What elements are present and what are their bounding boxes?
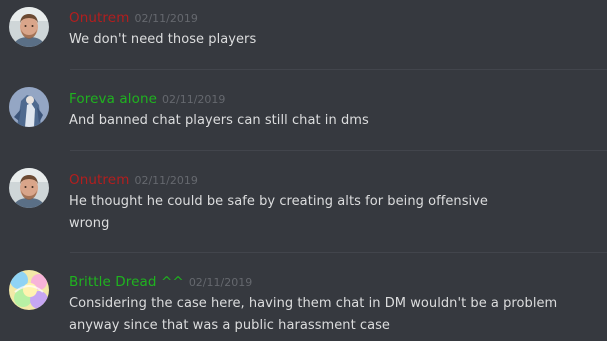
message-line: Considering the case here, having them c… <box>69 296 558 311</box>
avatar-anime-figure-icon <box>9 87 49 127</box>
message-group: Foreva alone 02/11/2019 And banned chat p… <box>0 70 607 151</box>
message-header: Brittle Dread ^^ 02/11/2019 <box>69 272 252 292</box>
username[interactable]: Brittle Dread ^^ <box>69 274 184 290</box>
username[interactable]: Foreva alone <box>69 91 157 107</box>
message-line: And banned chat players can still chat i… <box>69 113 369 128</box>
message-header: Foreva alone 02/11/2019 <box>69 89 225 109</box>
user-avatar[interactable] <box>9 270 49 310</box>
timestamp: 02/11/2019 <box>134 174 198 187</box>
message-line: wrong <box>69 216 110 231</box>
username[interactable]: Onutrem <box>69 172 129 188</box>
message-content: He thought he could be safe by creating … <box>69 191 589 235</box>
message-group: Brittle Dread ^^ 02/11/2019 Considering t… <box>0 253 607 341</box>
message-header: Onutrem 02/11/2019 <box>69 170 198 190</box>
message-line: He thought he could be safe by creating … <box>69 194 488 209</box>
user-avatar[interactable] <box>9 87 49 127</box>
avatar-colorful-art-icon <box>9 270 49 310</box>
user-avatar[interactable] <box>9 7 49 47</box>
message-group: Onutrem 02/11/2019 We don't need those pl… <box>0 0 607 70</box>
timestamp: 02/11/2019 <box>188 276 253 289</box>
message-content: Considering the case here, having them c… <box>69 293 589 337</box>
message-line: We don't need those players <box>69 32 257 47</box>
message-group: Onutrem 02/11/2019 He thought he could be… <box>0 151 607 253</box>
timestamp: 02/11/2019 <box>162 93 226 106</box>
avatar-photo-man-icon <box>9 7 49 47</box>
username[interactable]: Onutrem <box>69 10 129 26</box>
timestamp: 02/11/2019 <box>134 12 198 25</box>
message-line: anyway since that was a public harassmen… <box>69 318 390 333</box>
message-content: And banned chat players can still chat i… <box>69 110 589 132</box>
user-avatar[interactable] <box>9 168 49 208</box>
message-content: We don't need those players <box>69 29 589 51</box>
message-header: Onutrem 02/11/2019 <box>69 8 198 28</box>
avatar-photo-man-icon <box>9 168 49 208</box>
message-list: Onutrem 02/11/2019 We don't need those pl… <box>0 0 607 341</box>
